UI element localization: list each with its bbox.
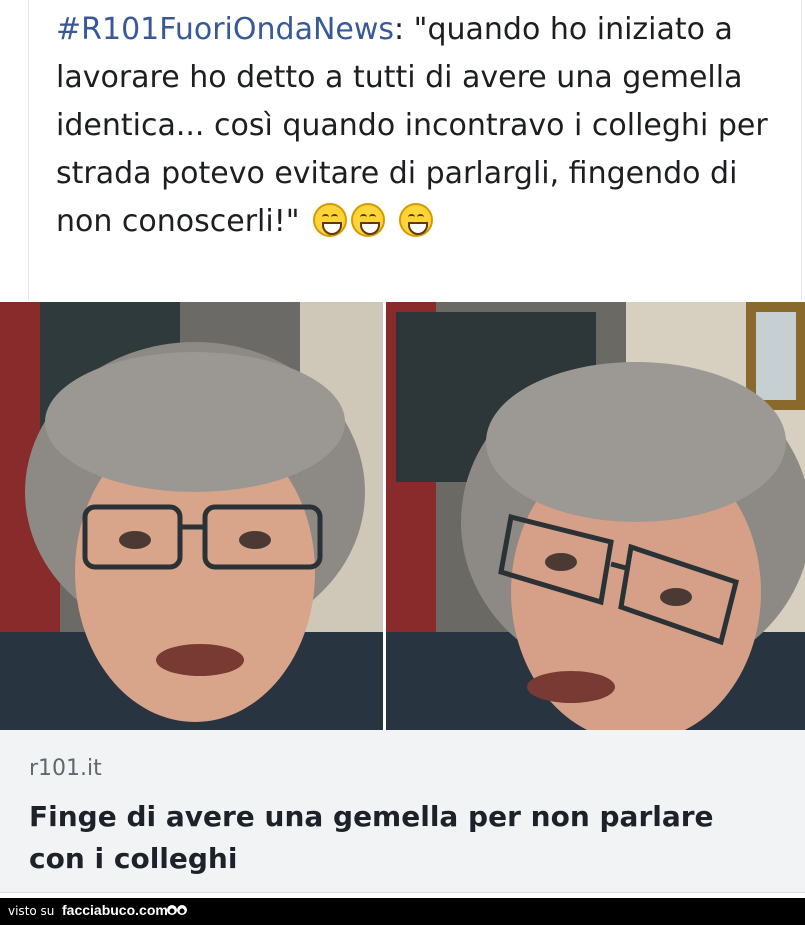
seen-on-label: visto su [8,904,55,918]
brand-label: facciabuco.com [62,902,168,918]
grinning-face-icon [313,203,348,237]
image-collage[interactable] [0,302,805,730]
watermark-footer: visto su facciabuco.com [0,898,805,925]
googly-eyes-icon [166,902,188,924]
link-headline[interactable]: Finge di avere una gemella per non parla… [29,796,779,880]
grinning-face-icon [398,203,433,237]
grinning-face-icon [351,203,386,237]
link-preview-card[interactable]: r101.it Finge di avere una gemella per n… [0,730,805,893]
post-text-container: #R101FuoriOndaNews: "quando ho iniziato … [28,0,802,300]
photo-left[interactable] [0,302,383,730]
link-domain: r101.it [29,756,102,781]
hashtag-link[interactable]: #R101FuoriOndaNews [56,12,394,47]
photo-right[interactable] [386,302,805,730]
post-text: #R101FuoriOndaNews: "quando ho iniziato … [56,6,778,246]
